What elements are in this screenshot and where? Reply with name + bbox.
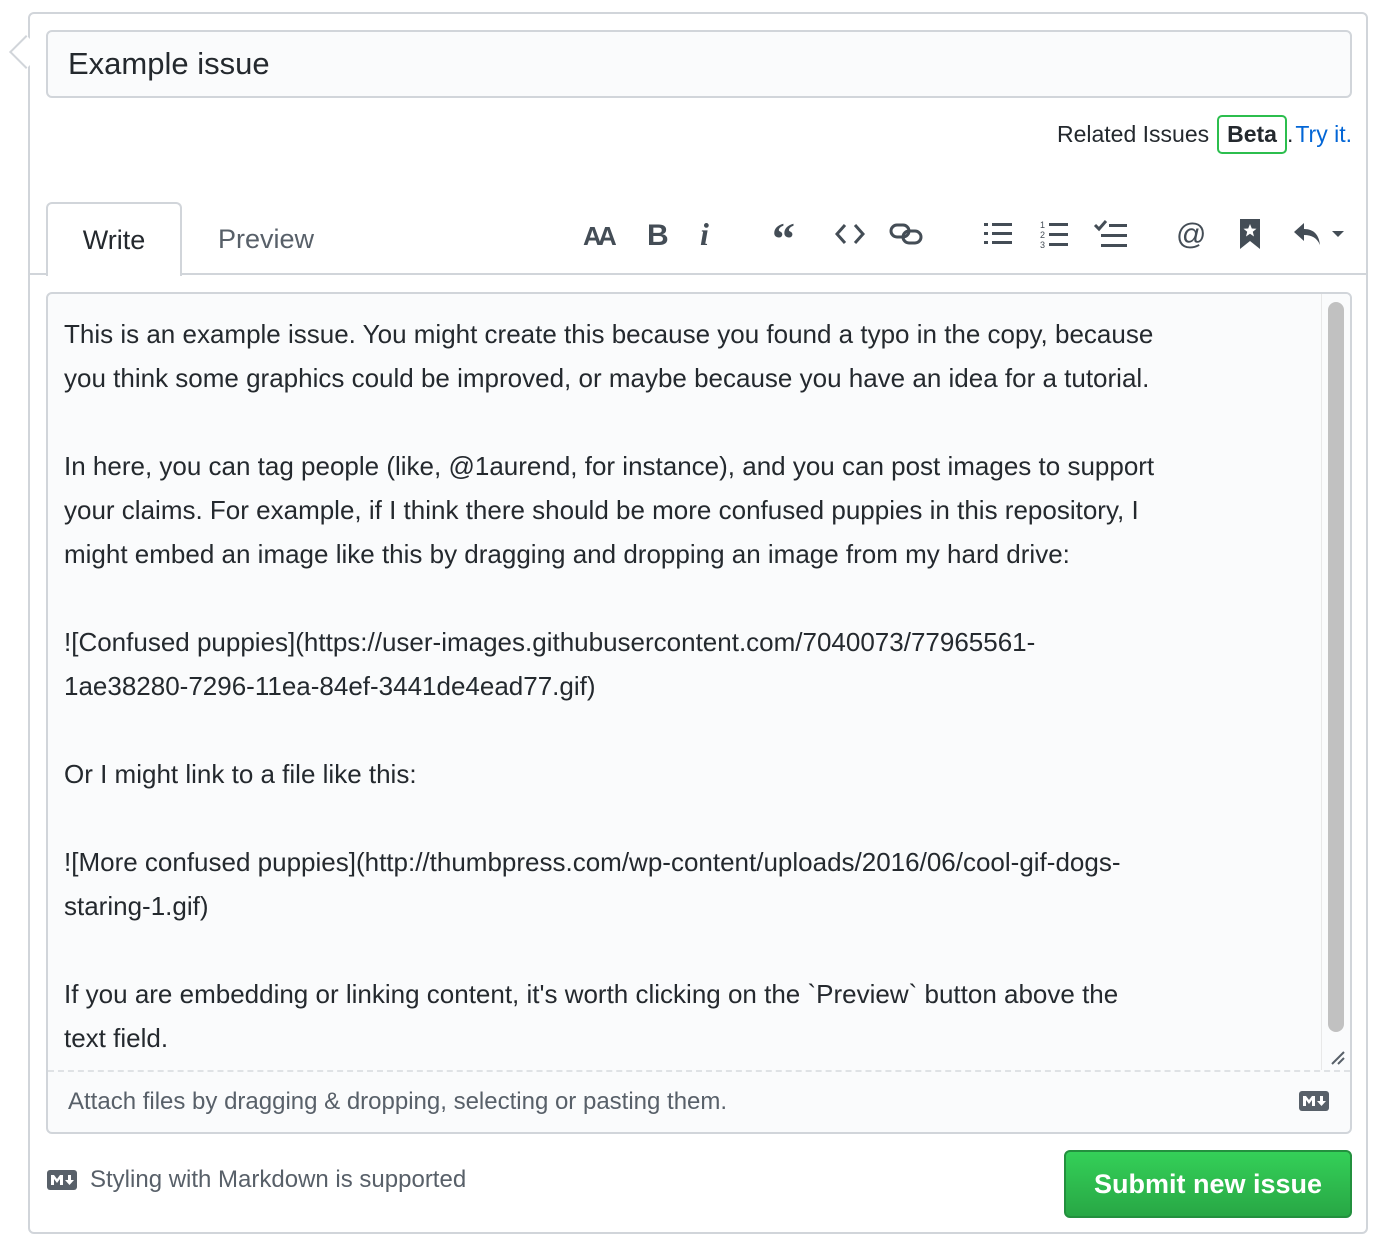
- body-line: might embed an image like this by draggi…: [64, 539, 1070, 569]
- body-line: ![More confused puppies](http://thumbpre…: [64, 847, 1121, 877]
- bookmark-icon[interactable]: [1228, 212, 1272, 256]
- code-icon[interactable]: [828, 212, 872, 256]
- try-it-link[interactable]: Try it.: [1295, 121, 1352, 148]
- body-line: [64, 796, 1314, 840]
- body-line: [64, 928, 1314, 972]
- svg-text:@: @: [1176, 218, 1206, 250]
- scrollbar-thumb[interactable]: [1328, 302, 1344, 1032]
- comment-body-text[interactable]: This is an example issue. You might crea…: [64, 312, 1314, 1060]
- italic-icon[interactable]: i: [684, 212, 728, 256]
- svg-text:2: 2: [1040, 230, 1045, 240]
- related-issues-label: Related Issues: [1056, 120, 1210, 147]
- body-line: text field.: [64, 1023, 169, 1053]
- reply-icon[interactable]: [1288, 212, 1348, 256]
- beta-badge: Beta: [1217, 114, 1287, 154]
- related-issues: Related Issues Beta . Try it.: [1057, 114, 1352, 154]
- body-line: Or I might link to a file like this:: [64, 759, 417, 789]
- attach-files-area[interactable]: Attach files by dragging & dropping, sel…: [48, 1070, 1350, 1132]
- body-line: you think some graphics could be improve…: [64, 363, 1150, 393]
- svg-text:1: 1: [1040, 220, 1045, 230]
- comment-body-editor[interactable]: This is an example issue. You might crea…: [46, 292, 1352, 1134]
- body-line: This is an example issue. You might crea…: [64, 319, 1154, 349]
- task-list-icon[interactable]: [1088, 212, 1132, 256]
- body-line: In here, you can tag people (like, @1aur…: [64, 451, 1155, 481]
- link-icon[interactable]: [884, 212, 928, 256]
- unordered-list-icon[interactable]: [976, 212, 1020, 256]
- text-size-icon[interactable]: AA: [580, 212, 624, 256]
- markdown-note-text[interactable]: Styling with Markdown is supported: [90, 1166, 466, 1194]
- body-line: [64, 400, 1314, 444]
- mention-icon[interactable]: @: [1170, 212, 1214, 256]
- issue-title-input[interactable]: [46, 30, 1352, 98]
- svg-text:i: i: [700, 218, 709, 250]
- markdown-icon: [1299, 1091, 1329, 1111]
- body-line: [64, 576, 1314, 620]
- svg-text:“: “: [772, 218, 795, 250]
- resize-handle-icon[interactable]: [1328, 1048, 1346, 1066]
- tab-write[interactable]: Write: [46, 202, 182, 276]
- body-line: ![Confused puppies](https://user-images.…: [64, 627, 1036, 657]
- svg-text:B: B: [647, 219, 669, 250]
- body-line: 1ae38280-7296-11ea-84ef-3441de4ead77.gif…: [64, 671, 596, 701]
- ordered-list-icon[interactable]: 123: [1032, 212, 1076, 256]
- submit-new-issue-button[interactable]: Submit new issue: [1064, 1150, 1352, 1218]
- body-line: your claims. For example, if I think the…: [64, 495, 1139, 525]
- bold-icon[interactable]: B: [636, 212, 680, 256]
- attach-files-text: Attach files by dragging & dropping, sel…: [68, 1088, 728, 1115]
- tab-preview[interactable]: Preview: [190, 202, 342, 276]
- body-line: staring-1.gif): [64, 891, 209, 921]
- svg-text:A: A: [598, 221, 617, 250]
- body-line: If you are embedding or linking content,…: [64, 979, 1119, 1009]
- related-period: .: [1286, 120, 1294, 147]
- body-line: [64, 708, 1314, 752]
- markdown-icon: [47, 1170, 77, 1190]
- markdown-supported-note: Styling with Markdown is supported: [46, 1166, 466, 1194]
- svg-text:3: 3: [1040, 240, 1045, 249]
- quote-icon[interactable]: “: [766, 212, 810, 256]
